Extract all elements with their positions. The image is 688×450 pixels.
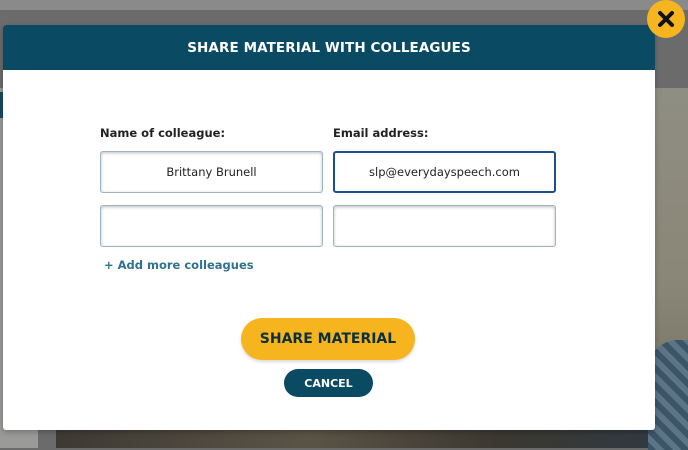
modal-title: SHARE MATERIAL WITH COLLEAGUES (187, 39, 471, 56)
colleague-email-input-1[interactable] (333, 151, 556, 193)
modal-header: SHARE MATERIAL WITH COLLEAGUES (3, 25, 655, 70)
email-label: Email address: (333, 126, 429, 140)
share-material-label: SHARE MATERIAL (259, 331, 397, 347)
cancel-label: CANCEL (304, 376, 353, 390)
close-x-icon (658, 11, 674, 27)
close-button[interactable] (647, 0, 685, 38)
background-top-bar (0, 0, 688, 10)
colleague-name-input-2[interactable] (100, 205, 323, 247)
add-more-colleagues-link[interactable]: + Add more colleagues (104, 258, 254, 272)
name-label: Name of colleague: (100, 126, 226, 140)
share-material-button[interactable]: SHARE MATERIAL (241, 318, 415, 360)
colleague-email-input-2[interactable] (333, 205, 556, 247)
cancel-button[interactable]: CANCEL (284, 369, 373, 397)
colleague-name-input-1[interactable] (100, 151, 323, 193)
